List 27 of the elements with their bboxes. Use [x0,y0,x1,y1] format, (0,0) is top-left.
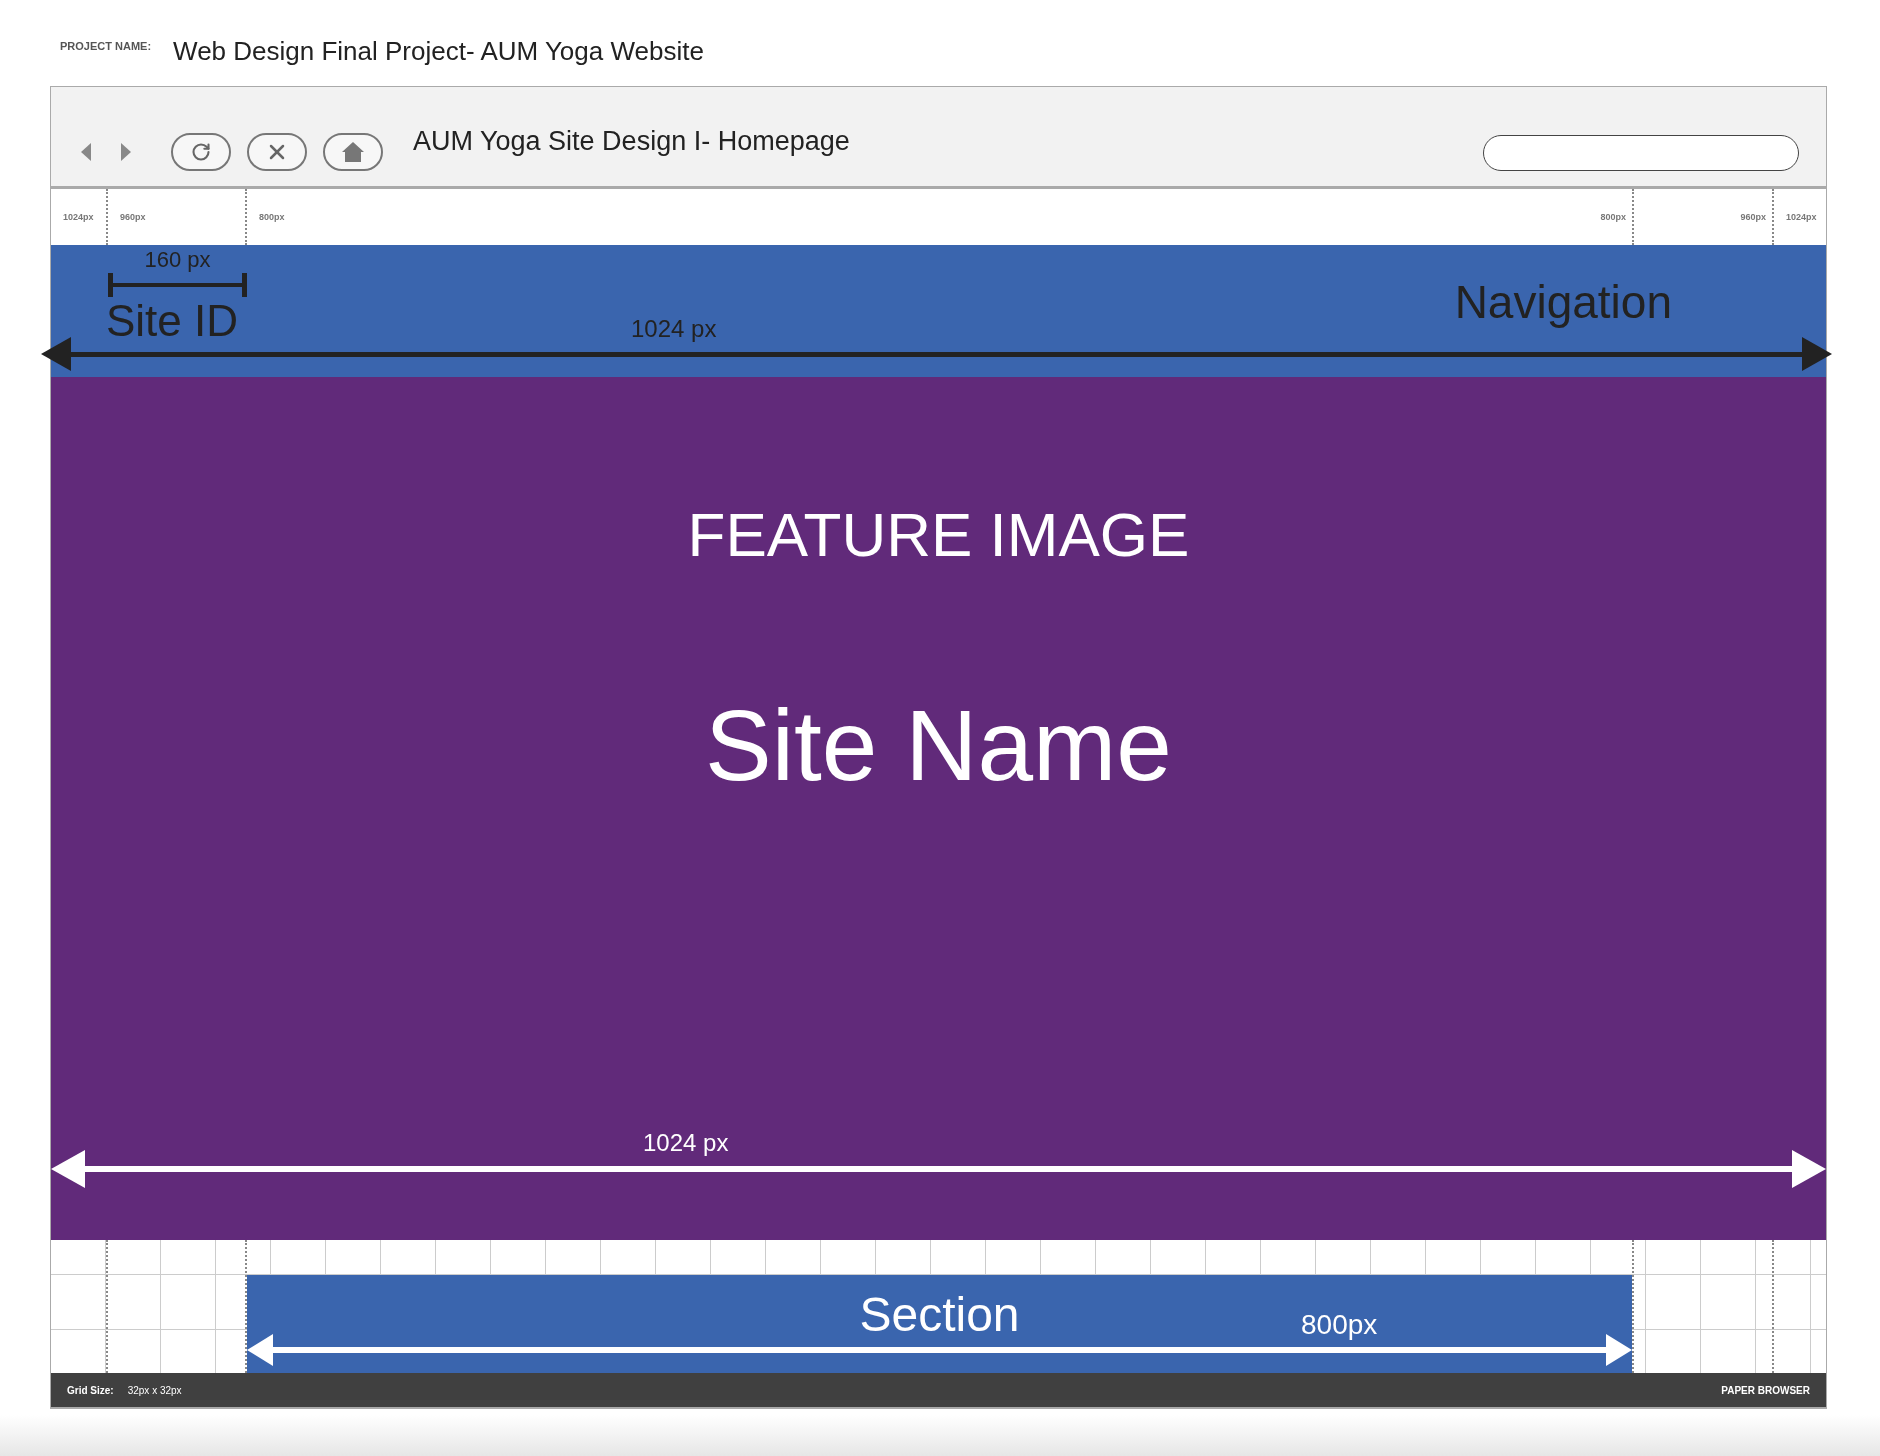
dimension-label: 160 px [144,247,211,273]
section-label: Section [859,1287,1020,1342]
home-icon [341,141,365,163]
reload-button[interactable] [171,133,231,171]
ruler-label: 1024px [1786,212,1817,222]
ruler-label: 960px [1740,212,1766,222]
stop-button[interactable] [247,133,307,171]
site-name: Site Name [705,688,1172,803]
page-title: AUM Yoga Site Design I- Homepage [413,126,851,157]
home-button[interactable] [323,133,383,171]
ruler-label: 800px [1600,212,1626,222]
ruler-label: 800px [259,212,285,222]
site-id: Site ID [106,297,239,346]
project-label: PROJECT NAME: [60,40,152,52]
brand-label: PAPER BROWSER [1721,1384,1810,1396]
grid-size-value: 32px x 32px [127,1384,182,1396]
ruler-label: 960px [120,212,146,222]
reload-icon [191,142,211,162]
ruler-label: 1024px [63,212,94,222]
navigation-label: Navigation [1454,275,1673,329]
dimension-label: 1024 px [643,1129,729,1157]
search-field[interactable] [1483,135,1799,171]
dimension-label: 1024 px [630,314,718,343]
dimension-label: 800px [1301,1309,1378,1341]
project-name: Web Design Final Project- AUM Yoga Website [173,36,704,67]
feature-heading: FEATURE IMAGE [687,499,1190,570]
grid-size-label: Grid Size: [67,1384,114,1396]
